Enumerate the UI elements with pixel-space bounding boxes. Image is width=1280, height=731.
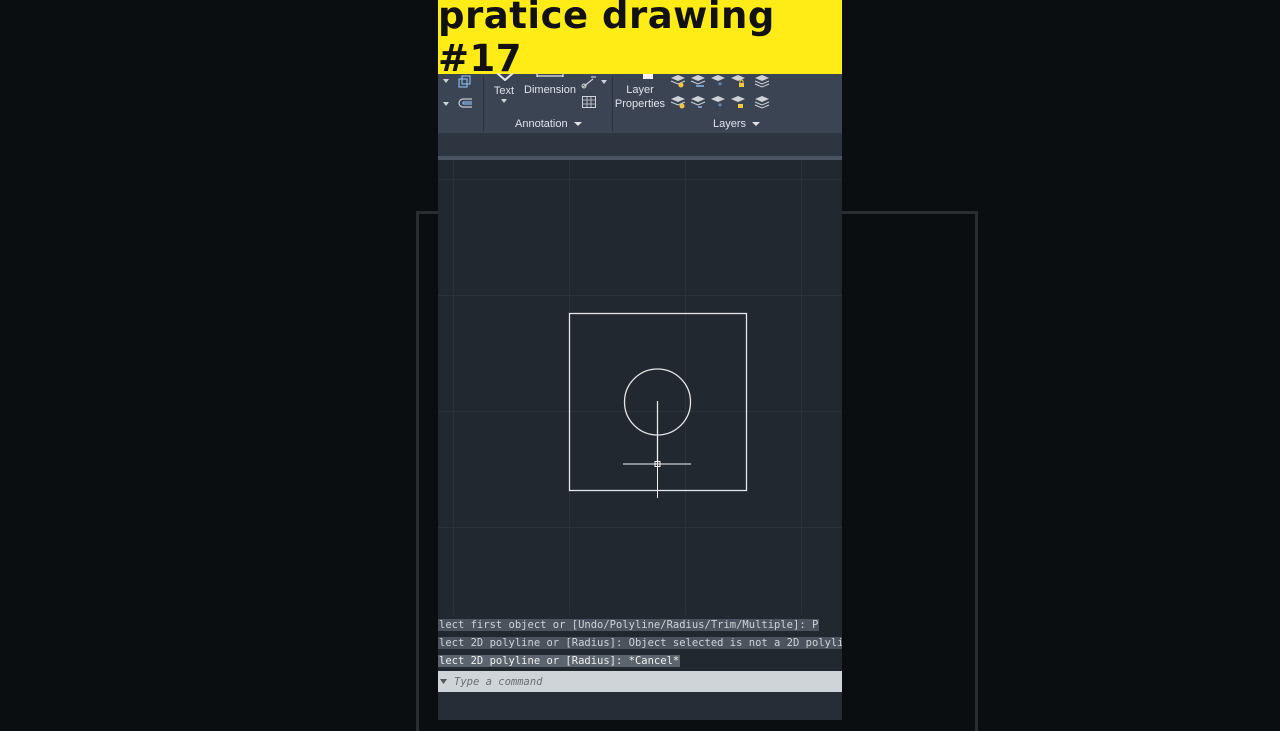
autocad-window: pratice drawing #17 Text Dimension Layer… (438, 0, 842, 720)
layer-merge-icon[interactable] (754, 95, 770, 109)
annotation-panel-title[interactable]: Annotation (515, 118, 582, 130)
offset-icon[interactable] (458, 97, 474, 109)
command-history-text: lect 2D polyline or [Radius]: Object sel… (438, 637, 842, 649)
layer-isolate-icon[interactable] (690, 74, 706, 88)
dropdown-arrow-icon[interactable] (601, 79, 607, 85)
dropdown-arrow-icon[interactable] (443, 101, 449, 107)
leader-icon[interactable] (581, 75, 597, 89)
layer-freeze-icon[interactable]: * (710, 74, 726, 88)
layer-off-icon[interactable] (670, 74, 686, 88)
banner-title: pratice drawing #17 (438, 0, 775, 80)
dimension-icon[interactable] (535, 73, 565, 79)
text-icon[interactable] (495, 73, 515, 81)
command-history-line: lect first object or [Undo/Polyline/Radi… (438, 616, 842, 634)
layer-properties-label[interactable]: Layer Properties (614, 83, 666, 111)
command-history-text: lect first object or [Undo/Polyline/Radi… (438, 619, 820, 631)
title-banner: pratice drawing #17 (438, 0, 842, 80)
status-area (438, 692, 842, 720)
layer-unlock-icon[interactable] (730, 95, 746, 109)
dropdown-arrow-icon[interactable] (443, 78, 449, 84)
text-tool-label[interactable]: Text (490, 84, 518, 98)
layer-thaw-icon[interactable]: * (710, 95, 726, 109)
layer-properties-icon[interactable] (642, 74, 654, 80)
layers-panel-title[interactable]: Layers (713, 118, 761, 130)
command-line[interactable]: Type a command (438, 671, 842, 692)
dimension-tool-label[interactable]: Dimension (523, 83, 577, 97)
table-icon[interactable] (582, 96, 596, 108)
layer-match-icon[interactable] (670, 95, 686, 109)
chevron-down-icon[interactable] (573, 121, 582, 127)
drawing-canvas[interactable] (438, 160, 842, 615)
layer-lock-icon[interactable] (730, 74, 746, 88)
ribbon-toolbar: Text Dimension Layer Properties * * Anno… (438, 73, 842, 133)
panel-separator (483, 76, 484, 132)
command-history-line: lect 2D polyline or [Radius]: Object sel… (438, 634, 842, 652)
command-history: lect first object or [Undo/Polyline/Radi… (438, 616, 842, 670)
copy-icon[interactable] (458, 75, 472, 89)
layer-previous-icon[interactable] (690, 95, 706, 109)
layers-panel-label[interactable]: Layers (713, 118, 746, 130)
crosshair-cursor (623, 430, 691, 498)
command-input-placeholder[interactable]: Type a command (454, 676, 543, 688)
svg-text:*: * (718, 81, 722, 88)
chevron-down-icon[interactable] (752, 121, 761, 127)
svg-text:*: * (718, 102, 722, 109)
drawing-svg (568, 312, 748, 498)
command-history-line: lect 2D polyline or [Radius]: *Cancel* (438, 652, 842, 670)
ribbon-spacer (438, 133, 842, 157)
chevron-down-icon[interactable] (501, 99, 507, 104)
command-history-text: lect 2D polyline or [Radius]: *Cancel* (438, 655, 681, 667)
command-menu-icon[interactable] (439, 678, 451, 686)
panel-separator (612, 76, 613, 132)
annotation-panel-label[interactable]: Annotation (515, 118, 568, 130)
layer-stack-icon[interactable] (754, 74, 770, 88)
